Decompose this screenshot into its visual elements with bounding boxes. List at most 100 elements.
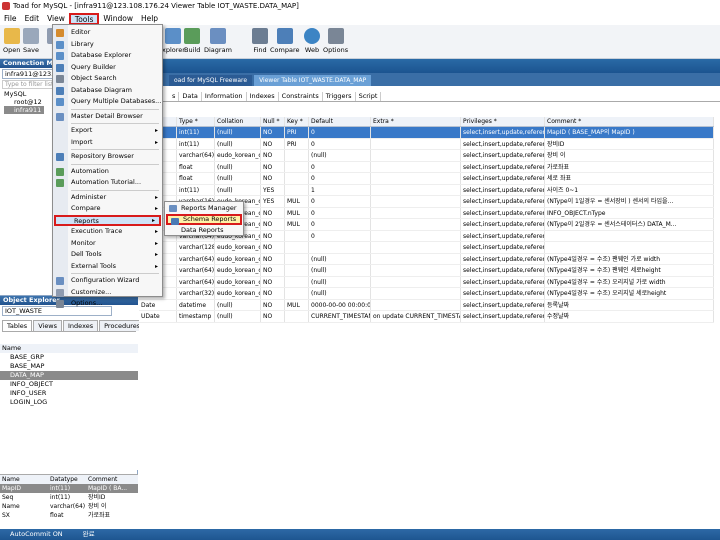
menu-item-customize[interactable]: Customize... bbox=[53, 287, 162, 298]
tab-indexes[interactable]: Indexes bbox=[63, 320, 99, 331]
compare-icon bbox=[276, 28, 293, 44]
menu-item-automation-tutorial[interactable]: Automation Tutorial... bbox=[53, 177, 162, 188]
tab-columns[interactable]: s bbox=[169, 92, 180, 101]
table-row[interactable]: Dint(11)(null)NOPRI0select,insert,update… bbox=[139, 127, 714, 139]
table-cell: select,insert,update,references bbox=[461, 288, 545, 299]
menu-item-query-multiple-databases[interactable]: Query Multiple Databases... bbox=[53, 96, 162, 107]
list-item[interactable]: LOGIN_LOG bbox=[0, 398, 138, 407]
open-button[interactable]: Open bbox=[3, 28, 20, 54]
menu-item-import[interactable]: Import ▸ bbox=[53, 137, 162, 148]
menu-icon bbox=[56, 112, 64, 121]
menu-item-schema-reports[interactable]: Schema Reports bbox=[166, 214, 242, 225]
menu-item-execution-trace[interactable]: Execution Trace ▸ bbox=[53, 226, 162, 237]
table-row[interactable]: Seq int(11) 장비ID bbox=[0, 493, 138, 502]
menu-item-monitor[interactable]: Monitor ▸ bbox=[53, 238, 162, 249]
table-cell: float bbox=[177, 173, 215, 184]
menu-item-reports-manager[interactable]: Reports Manager bbox=[166, 203, 242, 214]
tab-triggers[interactable]: Triggers bbox=[323, 92, 356, 101]
table-row[interactable]: float (null) NO 0 select,insert,update,refer… bbox=[139, 173, 714, 185]
table-row[interactable]: UDate timestamp (null) NO CURRENT_TIMESTAMP o… bbox=[139, 311, 714, 323]
table-cell: NO bbox=[261, 265, 285, 276]
table-row[interactable]: ht2varchar(64)eudo_korean_ciNO(null)sele… bbox=[139, 265, 714, 277]
table-row[interactable]: evarchar(64)eudo_korean_ciNO(null)select… bbox=[139, 150, 714, 162]
menu-item-data-reports[interactable]: Data Reports bbox=[166, 225, 242, 236]
menu-window[interactable]: Window bbox=[99, 13, 137, 25]
tab-script[interactable]: Script bbox=[356, 92, 382, 101]
menu-item-library[interactable]: Library bbox=[53, 39, 162, 50]
menu-item-administer[interactable]: Administer ▸ bbox=[53, 192, 162, 203]
menu-help[interactable]: Help bbox=[137, 13, 162, 25]
tab-toad-freeware[interactable]: oad for MySQL Freeware bbox=[169, 75, 253, 86]
list-item[interactable]: BASE_MAP bbox=[0, 362, 138, 371]
column-header[interactable]: Extra * bbox=[371, 117, 461, 126]
table-row[interactable]: MapID int(11) MapID ( BA... bbox=[0, 484, 138, 493]
tab-data[interactable]: Data bbox=[179, 92, 202, 101]
menu-item-configuration-wizard[interactable]: Configuration Wizard bbox=[53, 275, 162, 286]
menu-edit[interactable]: Edit bbox=[21, 13, 44, 25]
find-button[interactable]: Find bbox=[252, 28, 268, 54]
menu-item-dell-tools[interactable]: Dell Tools ▸ bbox=[53, 249, 162, 260]
table-row[interactable]: float (null) NO 0 select,insert,update,refer… bbox=[139, 161, 714, 173]
menu-file[interactable]: File bbox=[0, 13, 21, 25]
column-header[interactable]: Privileges * bbox=[461, 117, 545, 126]
build-icon bbox=[184, 28, 201, 44]
menu-item-export[interactable]: Export ▸ bbox=[53, 125, 162, 136]
submenu-arrow-icon: ▸ bbox=[154, 127, 158, 134]
table-cell: (null) bbox=[215, 173, 261, 184]
table-row[interactable]: Name varchar(64) 장비 이 bbox=[0, 502, 138, 511]
save-button[interactable]: Save bbox=[23, 28, 39, 54]
menu-item-external-tools[interactable]: External Tools ▸ bbox=[53, 261, 162, 272]
table-row[interactable]: strvarchar(128)eudo_korean_ciNOselect,in… bbox=[139, 242, 714, 254]
menu-item-master-detail-browser[interactable]: Master Detail Browser bbox=[53, 111, 162, 122]
menu-item-automation[interactable]: Automation bbox=[53, 166, 162, 177]
table-row[interactable]: int(11) (null) YES 1 select,insert,update,re… bbox=[139, 184, 714, 196]
build-button[interactable]: Build bbox=[184, 28, 200, 54]
diagram-button[interactable]: Diagram bbox=[204, 28, 232, 54]
options-button[interactable]: Options bbox=[323, 28, 348, 54]
table-cell: datetime bbox=[177, 299, 215, 310]
menu-item-object-search[interactable]: Object Search bbox=[53, 73, 162, 84]
table-row[interactable]: ht1varchar(64)eudo_korean_ciNO(null)sele… bbox=[139, 253, 714, 265]
tab-viewer-table[interactable]: Viewer Table IOT_WASTE.DATA_MAP bbox=[254, 75, 372, 86]
explorer-button[interactable]: xplorer bbox=[162, 28, 185, 54]
menu-item-options[interactable]: Options... bbox=[53, 298, 162, 309]
tab-tables[interactable]: Tables bbox=[2, 320, 33, 331]
menu-item-repository-browser[interactable]: Repository Browser bbox=[53, 151, 162, 162]
column-header[interactable]: Comment * bbox=[545, 117, 714, 126]
table-cell: select,insert,update,references bbox=[461, 173, 545, 184]
menu-item-database-diagram[interactable]: Database Diagram bbox=[53, 85, 162, 96]
tab-information[interactable]: Information bbox=[202, 92, 247, 101]
menu-icon bbox=[56, 63, 64, 72]
menu-item-database-explorer[interactable]: Database Explorer bbox=[53, 50, 162, 61]
web-button[interactable]: Web bbox=[304, 28, 320, 54]
column-header[interactable]: Type * bbox=[177, 117, 215, 126]
menu-tools[interactable]: Tools bbox=[68, 12, 100, 25]
autocommit-status[interactable]: AutoCommit ON bbox=[10, 529, 63, 540]
menu-item-reports[interactable]: Reports ▸ bbox=[54, 214, 161, 226]
menu-view[interactable]: View bbox=[43, 13, 69, 25]
column-header[interactable]: Default bbox=[309, 117, 371, 126]
tab-views[interactable]: Views bbox=[33, 320, 63, 331]
table-row[interactable]: SX float 가로좌표 bbox=[0, 511, 138, 520]
table-row[interactable]: Date datetime (null) NO MUL 0000-00-00 00:00:… bbox=[139, 299, 714, 311]
menu-item-query-builder[interactable]: Query Builder bbox=[53, 62, 162, 73]
table-row[interactable]: ht4varchar(32)eudo_korean_ciNO(null)sele… bbox=[139, 288, 714, 300]
list-item[interactable]: DATA_MAP bbox=[0, 371, 138, 380]
menu-item-compare[interactable]: Compare ▸ bbox=[53, 203, 162, 214]
tree-item-infra911[interactable]: infra911 bbox=[4, 106, 44, 114]
column-header[interactable]: Key * bbox=[285, 117, 309, 126]
table-row[interactable]: int(11) (null) NO PRI 0 select,insert,update,… bbox=[139, 138, 714, 150]
column-header[interactable]: Null * bbox=[261, 117, 285, 126]
table-cell: int(11) bbox=[177, 127, 215, 138]
compare-button[interactable]: Compare bbox=[270, 28, 300, 54]
list-item[interactable]: BASE_GRP bbox=[0, 353, 138, 362]
menu-icon bbox=[56, 288, 64, 297]
tab-constraints[interactable]: Constraints bbox=[279, 92, 323, 101]
globe-icon bbox=[304, 28, 320, 44]
column-header[interactable]: Collation bbox=[215, 117, 261, 126]
list-item[interactable]: INFO_USER bbox=[0, 389, 138, 398]
list-item[interactable]: INFO_OBJECT bbox=[0, 380, 138, 389]
menu-item-editor[interactable]: Editor bbox=[53, 27, 162, 38]
table-row[interactable]: ht3varchar(64)eudo_korean_ciNO(null)sele… bbox=[139, 276, 714, 288]
tab-indexes[interactable]: Indexes bbox=[247, 92, 279, 101]
